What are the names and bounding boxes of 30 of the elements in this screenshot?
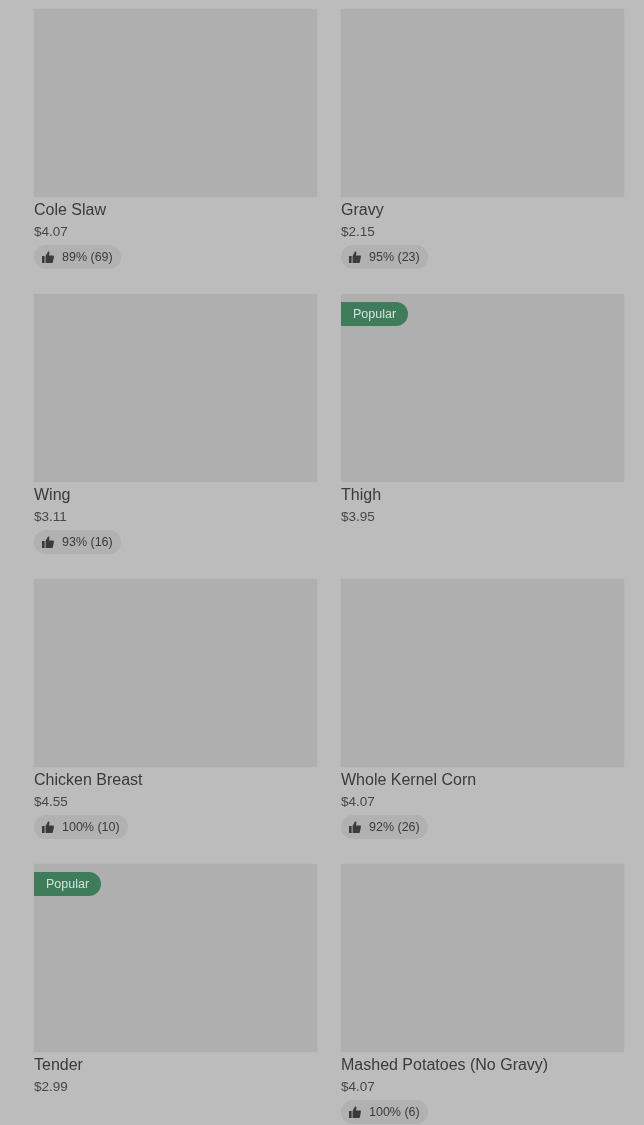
- item-price: $4.07: [341, 1078, 375, 1096]
- item-name: Chicken Breast: [34, 770, 143, 790]
- thumbs-up-icon: [349, 821, 361, 833]
- thumbs-up-icon: [42, 251, 54, 263]
- item-name: Mashed Potatoes (No Gravy): [341, 1055, 549, 1075]
- rating-chip: 95% (23): [341, 245, 428, 269]
- thumbs-up-icon: [42, 536, 54, 548]
- item-price: $2.15: [341, 223, 375, 241]
- rating-chip: 92% (26): [341, 815, 428, 839]
- thumbs-up-icon: [42, 821, 54, 833]
- item-name: Whole Kernel Corn: [341, 770, 477, 790]
- item-price: $3.95: [341, 508, 375, 526]
- item-price: $3.11: [34, 508, 67, 526]
- item-price: $4.55: [34, 793, 68, 811]
- rating-chip: 93% (16): [34, 530, 121, 554]
- item-price: $4.07: [341, 793, 375, 811]
- thumbs-up-icon: [349, 1106, 361, 1118]
- popular-tag: Popular: [341, 302, 409, 326]
- thumbs-up-icon: [349, 251, 361, 263]
- rating-chip: 100% (10): [34, 815, 128, 839]
- popular-tag: Popular: [34, 872, 102, 896]
- item-price: $4.07: [34, 223, 68, 241]
- item-name: Gravy: [341, 200, 384, 220]
- rating-chip: 89% (69): [34, 245, 121, 269]
- item-name: Tender: [34, 1055, 83, 1075]
- item-name: Wing: [34, 485, 71, 505]
- item-name: Cole Slaw: [34, 200, 107, 220]
- item-price: $2.99: [34, 1078, 68, 1096]
- item-name: Thigh: [341, 485, 382, 505]
- rating-chip: 100% (6): [341, 1100, 428, 1124]
